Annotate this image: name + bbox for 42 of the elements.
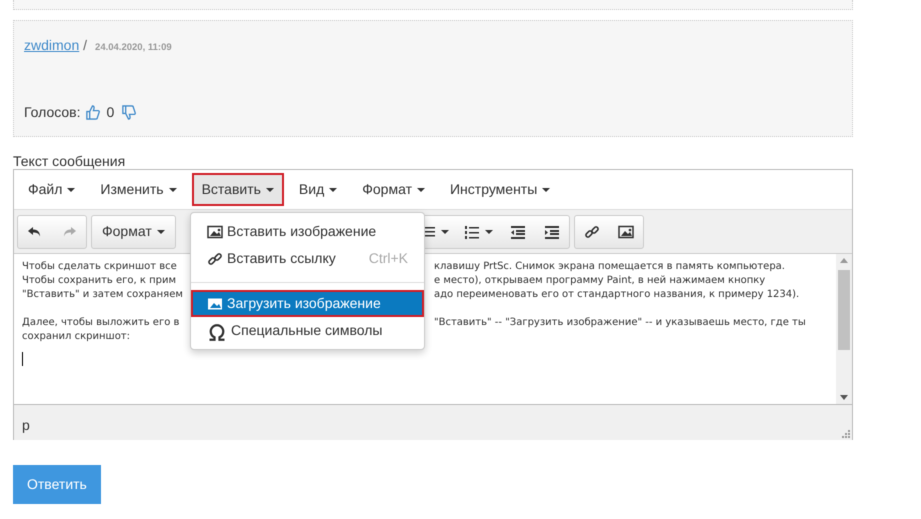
menu-item[interactable]: Вид (288, 173, 348, 206)
menu-item[interactable]: Инструменты (440, 173, 560, 206)
text-cursor (22, 352, 23, 366)
text-line: адо переименовать его от стандартного названия, к примеру 1234). (434, 288, 800, 302)
vote-count: 0 (106, 103, 114, 122)
shortcut-hint: Ctrl+K (368, 249, 408, 268)
menu-item[interactable]: Вставить ссылку Ctrl+K (191, 245, 424, 272)
menu-item[interactable]: Файл (18, 173, 86, 206)
post-date: 24.04.2020, 11:09 (95, 42, 172, 53)
scrollbar[interactable] (836, 254, 852, 404)
image-icon (618, 224, 634, 240)
link-icon (207, 250, 223, 266)
scroll-thumb[interactable] (838, 270, 850, 350)
menu-item[interactable]: Вставить изображение (191, 218, 424, 245)
text-line: "Вставить" и затем сохраняем (22, 288, 184, 302)
menu-item[interactable]: Загрузить изображение (191, 290, 424, 317)
votes-label: Голосов: (24, 103, 81, 122)
menu-item[interactable]: Специальные символы (191, 317, 424, 344)
text-line: Далее, чтобы выложить его в (22, 316, 180, 330)
text-line: Чтобы сохранить его, к прим (22, 274, 178, 288)
text-line: е место), открываем программу Paint, в ней нажимаем кнопку (434, 274, 766, 288)
text-line: клавишу PrtSc. Снимок экрана помещается в память компьютера. (434, 260, 786, 274)
outdent-icon (510, 224, 526, 240)
menu-item[interactable]: Вставить (192, 173, 284, 206)
menu-item[interactable]: Формат (352, 173, 435, 206)
text-line: сохранил скриншот: (22, 330, 132, 344)
image-icon (207, 296, 223, 312)
menu-item[interactable]: Изменить (90, 173, 187, 206)
thumbs-down-icon[interactable] (121, 105, 136, 120)
text-line: Чтобы сделать скриншот все (22, 260, 178, 274)
format-select[interactable]: Формат (92, 216, 175, 248)
text-line: "Вставить" -- "Загрузить изображение" -- и указываешь место, где ты (434, 316, 807, 330)
thumbs-up-icon[interactable] (84, 105, 100, 120)
numbered-list-icon (464, 224, 480, 240)
field-label: Текст сообщения (13, 152, 126, 170)
element-path: p (22, 417, 30, 433)
image-icon (207, 224, 223, 240)
link-icon (584, 224, 600, 240)
resize-grip-icon[interactable] (840, 428, 850, 438)
indent-icon (544, 224, 560, 240)
scroll-down-icon[interactable] (840, 395, 848, 400)
separator-text: / (83, 37, 88, 53)
